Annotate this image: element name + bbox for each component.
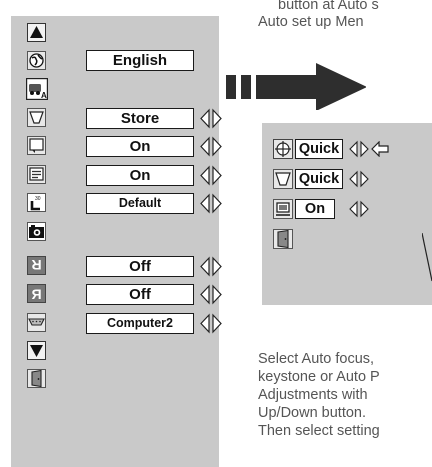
- keystone-adjust-arrows-icon[interactable]: [198, 108, 224, 129]
- auto-pc-adjust-value[interactable]: Quick: [295, 139, 343, 159]
- camera-icon[interactable]: [27, 222, 46, 241]
- instruction-text-line-3: Select Auto focus,: [258, 351, 375, 367]
- setting-menu-panel: English A Store On On 30 Default R Off R…: [11, 16, 222, 467]
- pointer-arrow-icon: [371, 141, 389, 157]
- svg-text:30: 30: [35, 196, 41, 202]
- rear-value[interactable]: Off: [86, 284, 194, 305]
- exit-door-icon[interactable]: [27, 369, 46, 388]
- exit-door-icon[interactable]: [273, 229, 293, 249]
- language-value[interactable]: English: [86, 50, 194, 71]
- instruction-text-line-2: Auto set up Men: [258, 14, 364, 30]
- auto-focus-value[interactable]: On: [295, 199, 335, 219]
- logo-icon[interactable]: 30: [27, 193, 46, 212]
- auto-setup-panel: Quick Quick On: [262, 123, 432, 305]
- keystone-icon[interactable]: [27, 108, 46, 127]
- blank-screen-adjust-arrows-icon[interactable]: [198, 136, 224, 157]
- up-arrow-icon[interactable]: [27, 23, 46, 42]
- ceiling-icon[interactable]: R: [27, 256, 46, 275]
- auto-focus-icon[interactable]: [273, 199, 293, 219]
- keystone-value[interactable]: Store: [86, 108, 194, 129]
- down-arrow-icon[interactable]: [27, 341, 46, 360]
- rear-icon[interactable]: R: [27, 284, 46, 303]
- instruction-text-line-4: keystone or Auto P: [258, 369, 380, 385]
- globe-icon[interactable]: [27, 51, 46, 70]
- svg-text:R: R: [31, 286, 41, 302]
- screen-blank-icon[interactable]: [27, 136, 46, 155]
- svg-text:R: R: [31, 257, 41, 273]
- terminal-icon[interactable]: [27, 313, 46, 332]
- ceiling-adjust-arrows-icon[interactable]: [198, 256, 224, 277]
- transition-arrow-icon: [226, 63, 366, 110]
- auto-setup-icon[interactable]: A: [26, 78, 48, 100]
- terminal-adjust-arrows-icon[interactable]: [198, 313, 224, 334]
- ceiling-value[interactable]: Off: [86, 256, 194, 277]
- display-adjust-arrows-icon[interactable]: [198, 165, 224, 186]
- logo-adjust-arrows-icon[interactable]: [198, 193, 224, 214]
- auto-pc-adjust-icon[interactable]: [273, 139, 293, 159]
- keystone-auto-value[interactable]: Quick: [295, 169, 343, 189]
- auto-pc-adjust-arrows-icon[interactable]: [348, 139, 370, 159]
- terminal-value[interactable]: Computer2: [86, 313, 194, 334]
- keystone-icon[interactable]: [273, 169, 293, 189]
- logo-value[interactable]: Default: [86, 193, 194, 214]
- rear-adjust-arrows-icon[interactable]: [198, 284, 224, 305]
- blank-screen-value[interactable]: On: [86, 136, 194, 157]
- callout-line: [422, 233, 432, 282]
- instruction-text-line-1: button at Auto s: [278, 0, 379, 13]
- auto-focus-arrows-icon[interactable]: [348, 199, 370, 219]
- display-value[interactable]: On: [86, 165, 194, 186]
- instruction-text-line-5: Adjustments with: [258, 387, 368, 403]
- display-icon[interactable]: [27, 165, 46, 184]
- svg-text:A: A: [41, 91, 47, 100]
- instruction-text-line-7: Then select setting: [258, 423, 380, 439]
- instruction-text-line-6: Up/Down button.: [258, 405, 367, 421]
- keystone-auto-arrows-icon[interactable]: [348, 169, 370, 189]
